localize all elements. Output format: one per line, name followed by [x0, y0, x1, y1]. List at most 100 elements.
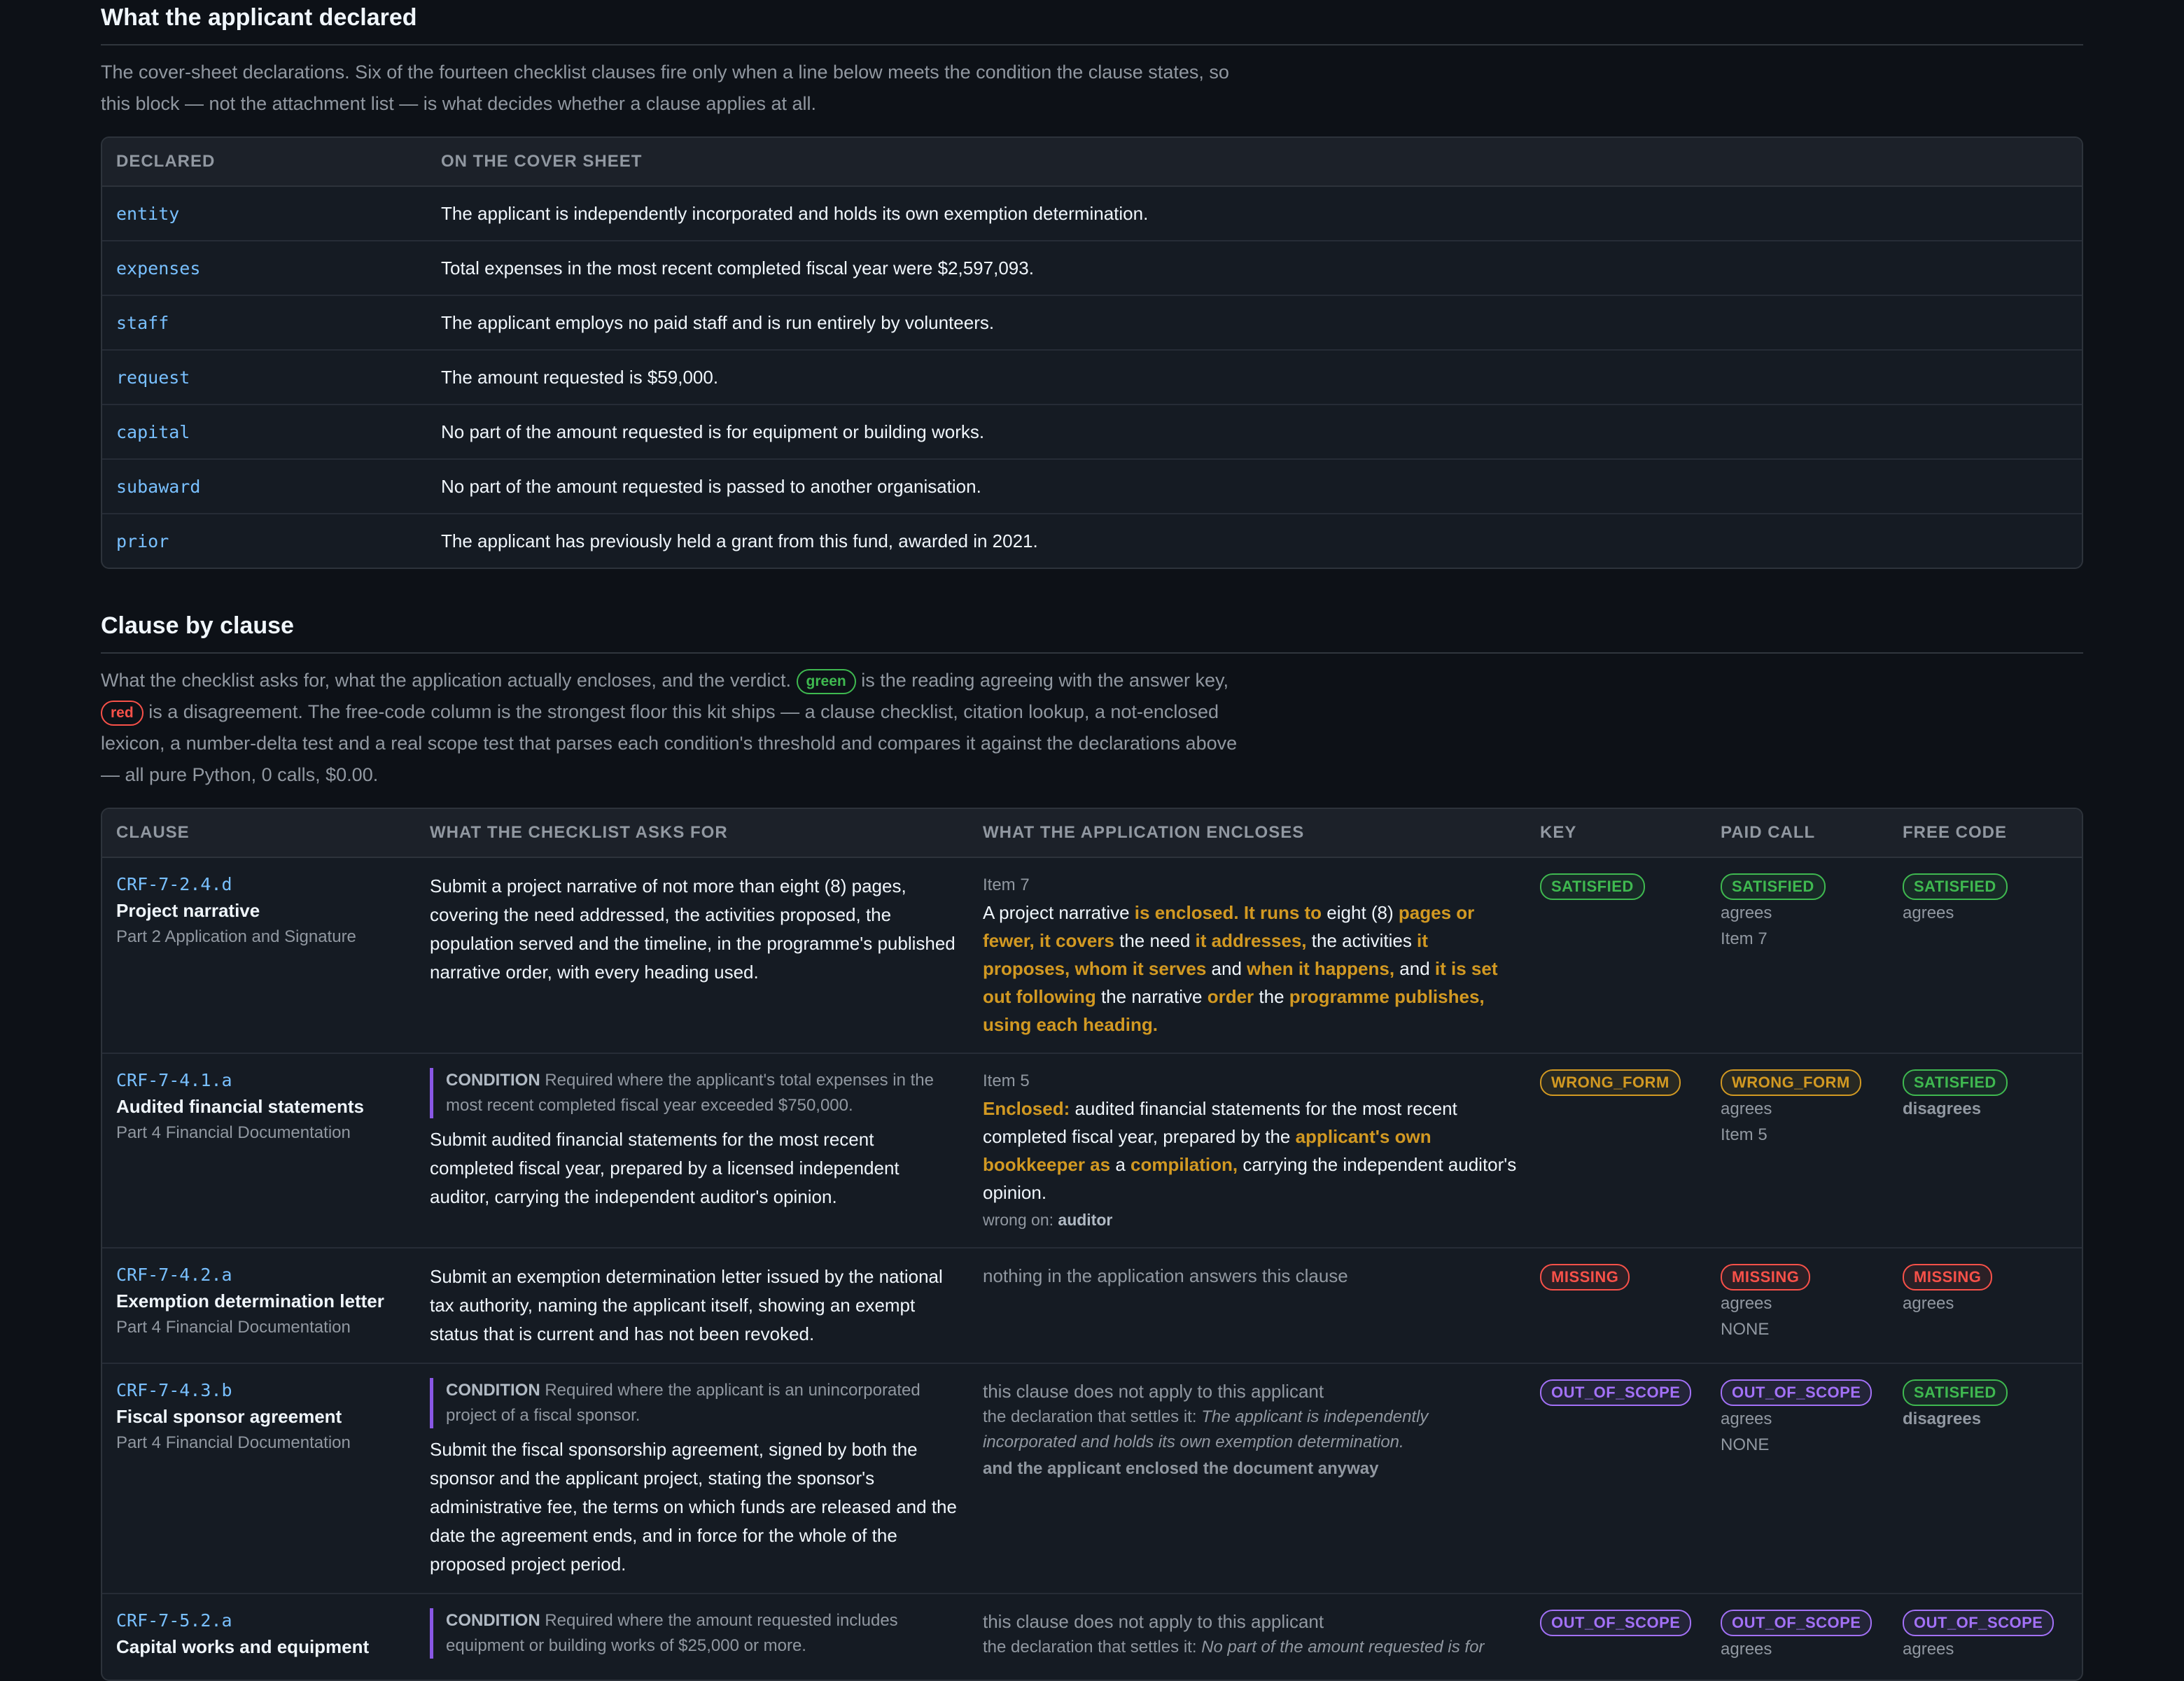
free-agreement: agrees: [1903, 903, 1954, 922]
paid-item-ref: Item 7: [1721, 929, 1768, 948]
clause-intro: What the checklist asks for, what the ap…: [101, 665, 1256, 791]
text-fragment: eight (8): [1322, 902, 1399, 923]
paid-agreement: agrees: [1721, 1099, 1772, 1118]
header-clause: CLAUSE: [116, 823, 190, 842]
encloses-cell: this clause does not apply to this appli…: [983, 1608, 1540, 1666]
declared-key: subaward: [116, 476, 201, 497]
highlight-fragment: when it happens,: [1247, 958, 1395, 979]
wrong-on-note: wrong on: auditor: [983, 1207, 1519, 1233]
table-row: CRF-7-4.1.a Audited financial statements P…: [102, 1054, 2082, 1249]
paid-call-cell: OUT_OF_SCOPE agrees NONE: [1721, 1378, 1903, 1579]
checklist-ask: Submit an exemption determination letter…: [430, 1266, 943, 1344]
free-verdict-badge: SATISFIED: [1903, 1069, 2008, 1096]
clause-title: Audited financial statements: [116, 1096, 364, 1117]
condition-label: CONDITION: [446, 1071, 540, 1090]
header-asks: WHAT THE CHECKLIST ASKS FOR: [430, 823, 728, 842]
item-ref: Item 5: [983, 1071, 1030, 1090]
free-agreement: disagrees: [1903, 1099, 1982, 1118]
asks-cell: Submit a project narrative of not more t…: [430, 872, 983, 1039]
free-code-cell: MISSING agrees: [1903, 1262, 2082, 1349]
checklist-ask: Submit the fiscal sponsorship agreement,…: [430, 1439, 957, 1575]
free-verdict-badge: SATISFIED: [1903, 873, 2008, 900]
clauses-header: CLAUSE WHAT THE CHECKLIST ASKS FOR WHAT …: [102, 809, 2082, 858]
key-cell: SATISFIED: [1540, 872, 1721, 1039]
settle-label: the declaration that settles it:: [983, 1638, 1197, 1657]
key-verdict-badge: OUT_OF_SCOPE: [1540, 1610, 1692, 1636]
clause-cell: CRF-7-2.4.d Project narrative Part 2 Appli…: [102, 872, 430, 1039]
enclosure-text: A project narrative is enclosed. It runs…: [983, 899, 1519, 1039]
clause-part: Part 4 Financial Documentation: [116, 1433, 351, 1452]
paid-verdict-badge: SATISFIED: [1721, 873, 1826, 900]
clause-title: Fiscal sponsor agreement: [116, 1406, 342, 1427]
key-verdict-badge: OUT_OF_SCOPE: [1540, 1379, 1692, 1406]
declared-key: capital: [116, 421, 190, 442]
paid-agreement: agrees: [1721, 1294, 1772, 1313]
text-fragment: and: [1394, 958, 1435, 979]
intro-part-b: is the reading agreeing with the answer …: [861, 670, 1229, 691]
clause-cell: CRF-7-4.3.b Fiscal sponsor agreement Part …: [102, 1378, 430, 1579]
key-cell: MISSING: [1540, 1262, 1721, 1349]
condition-note: CONDITION Required where the amount requ…: [430, 1608, 962, 1659]
key-cell: WRONG_FORM: [1540, 1068, 1721, 1233]
wrong-on-label: wrong on:: [983, 1211, 1054, 1229]
paid-call-cell: SATISFIED agrees Item 7: [1721, 872, 1903, 1039]
declarations-table: DECLARED ON THE COVER SHEET entity The ap…: [101, 136, 2083, 569]
declared-title: What the applicant declared: [101, 0, 2083, 45]
table-row: request The amount requested is $59,000.: [102, 351, 2082, 405]
clause-title: Exemption determination letter: [116, 1290, 384, 1311]
intro-part-a: What the checklist asks for, what the ap…: [101, 670, 792, 691]
free-verdict-badge: OUT_OF_SCOPE: [1903, 1610, 2054, 1636]
encloses-cell: this clause does not apply to this appli…: [983, 1378, 1540, 1579]
declared-key: prior: [116, 530, 169, 551]
clause-title: Capital works and equipment: [116, 1636, 370, 1657]
paid-verdict-badge: WRONG_FORM: [1721, 1069, 1861, 1096]
free-code-cell: SATISFIED agrees: [1903, 872, 2082, 1039]
text-fragment: the activities: [1306, 930, 1418, 951]
text-fragment: a: [1110, 1154, 1131, 1175]
clause-cell: CRF-7-4.1.a Audited financial statements P…: [102, 1068, 430, 1233]
text-fragment: A project narrative: [983, 902, 1135, 923]
declared-value: No part of the amount requested is passe…: [441, 475, 981, 497]
asks-cell: CONDITION Required where the amount requ…: [430, 1608, 983, 1666]
encloses-cell: Item 5 Enclosed: audited financial statem…: [983, 1068, 1540, 1233]
paid-verdict-badge: OUT_OF_SCOPE: [1721, 1379, 1872, 1406]
text-fragment: the: [1254, 986, 1289, 1007]
declared-value: No part of the amount requested is for e…: [441, 421, 985, 442]
table-row: CRF-7-4.2.a Exemption determination lette…: [102, 1249, 2082, 1364]
paid-agreement: agrees: [1721, 903, 1772, 922]
declared-value: The amount requested is $59,000.: [441, 366, 719, 388]
enclosure-text: Enclosed: audited financial statements f…: [983, 1095, 1519, 1207]
paid-call-cell: WRONG_FORM agrees Item 5: [1721, 1068, 1903, 1233]
asks-cell: Submit an exemption determination letter…: [430, 1262, 983, 1349]
enclosure-status: this clause does not apply to this appli…: [983, 1381, 1324, 1402]
free-code-cell: SATISFIED disagrees: [1903, 1378, 2082, 1579]
declared-key: entity: [116, 203, 180, 224]
highlight-fragment: order: [1207, 986, 1254, 1007]
clause-title: Clause by clause: [101, 612, 2083, 654]
declared-value: The applicant is independently incorpora…: [441, 202, 1149, 224]
settling-declaration: the declaration that settles it: The app…: [983, 1405, 1519, 1455]
highlight-fragment: compilation,: [1130, 1154, 1238, 1175]
paid-call-cell: OUT_OF_SCOPE agrees: [1721, 1608, 1903, 1666]
header-key: KEY: [1540, 823, 1577, 842]
clause-id: CRF-7-4.3.b: [116, 1380, 232, 1400]
free-code-cell: OUT_OF_SCOPE agrees: [1903, 1608, 2082, 1666]
clauses-table: CLAUSE WHAT THE CHECKLIST ASKS FOR WHAT …: [101, 808, 2083, 1681]
header-paid-call: PAID CALL: [1721, 823, 1816, 842]
clause-section: Clause by clause What the checklist asks…: [101, 612, 2083, 1681]
free-agreement: agrees: [1903, 1294, 1954, 1313]
asks-cell: CONDITION Required where the applicant's…: [430, 1068, 983, 1233]
highlight-fragment: it addresses,: [1195, 930, 1307, 951]
item-ref: Item 7: [983, 875, 1030, 894]
key-verdict-badge: MISSING: [1540, 1264, 1630, 1290]
clause-title: Project narrative: [116, 900, 260, 921]
clause-id: CRF-7-5.2.a: [116, 1610, 232, 1631]
condition-label: CONDITION: [446, 1611, 540, 1630]
paid-agreement: agrees: [1721, 1640, 1772, 1659]
text-fragment: the narrative: [1096, 986, 1208, 1007]
clause-id: CRF-7-2.4.d: [116, 874, 232, 894]
declared-value: Total expenses in the most recent comple…: [441, 257, 1034, 279]
key-cell: OUT_OF_SCOPE: [1540, 1378, 1721, 1579]
encloses-cell: nothing in the application answers this …: [983, 1262, 1540, 1349]
table-row: CRF-7-4.3.b Fiscal sponsor agreement Part …: [102, 1364, 2082, 1594]
